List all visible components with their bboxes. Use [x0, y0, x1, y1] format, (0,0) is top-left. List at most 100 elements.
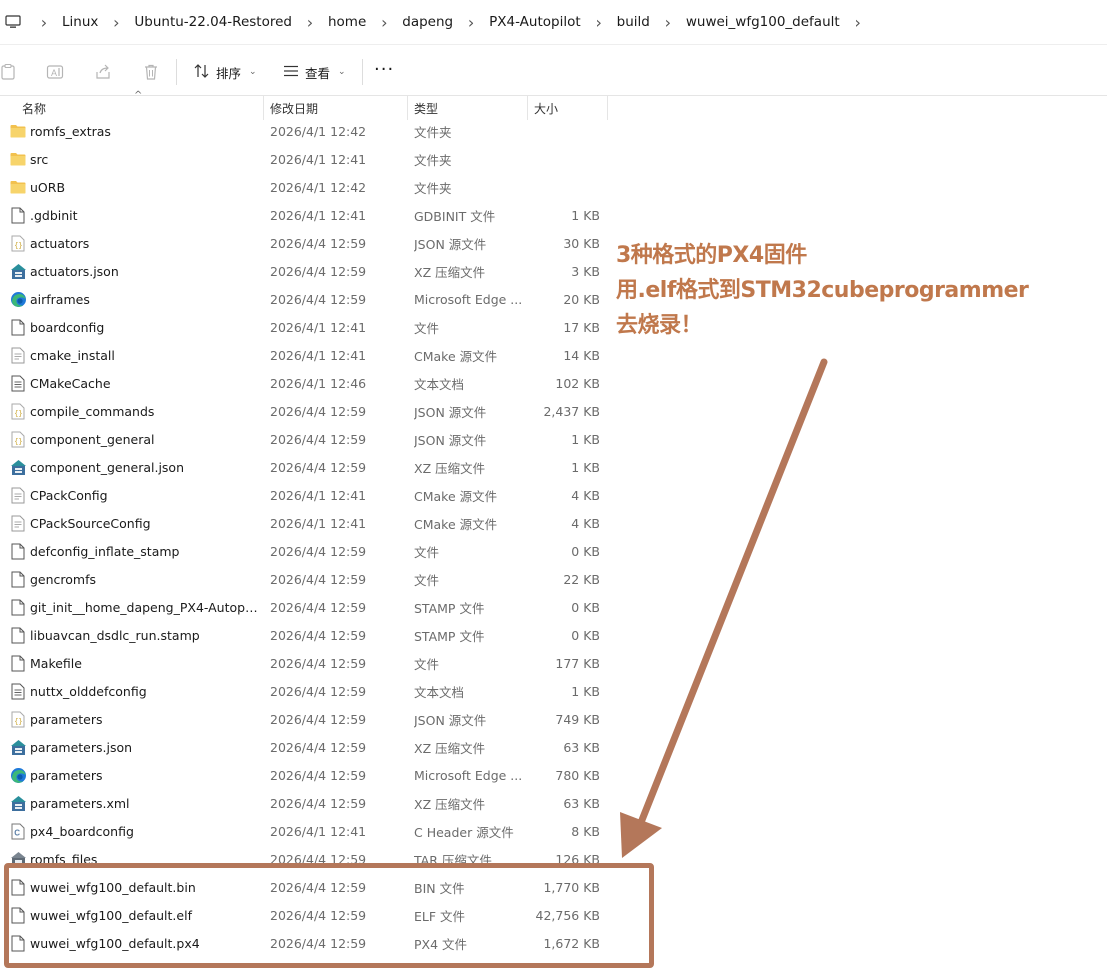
file-row[interactable]: git_init__home_dapeng_PX4-Autopilot... 20…	[0, 593, 610, 621]
more-options-button[interactable]: ···	[374, 61, 394, 79]
file-icon	[9, 542, 27, 560]
file-size: 0 KB	[571, 599, 600, 615]
cmake-icon	[9, 346, 27, 364]
file-modified-date: 2026/4/4 12:59	[270, 263, 367, 279]
chevron-right-icon[interactable]: ›	[656, 13, 680, 32]
folder-icon	[9, 150, 27, 168]
file-type: XZ 压缩文件	[414, 740, 486, 756]
file-name: parameters.xml	[30, 795, 130, 811]
svg-text:A: A	[51, 68, 57, 78]
chevron-right-icon[interactable]: ›	[459, 13, 483, 32]
breadcrumb-item[interactable]: dapeng	[396, 14, 459, 30]
breadcrumb-item[interactable]: build	[611, 14, 656, 30]
file-row[interactable]: CMakeCache 2026/4/1 12:46 文本文档 102 KB	[0, 369, 610, 397]
breadcrumb-item[interactable]: Ubuntu-22.04-Restored	[128, 14, 298, 30]
file-row[interactable]: parameters.xml 2026/4/4 12:59 XZ 压缩文件 63 KB	[0, 789, 610, 817]
file-row[interactable]: airframes 2026/4/4 12:59 Microsoft Edge ..…	[0, 285, 610, 313]
chevron-right-icon[interactable]: ›	[587, 13, 611, 32]
file-row[interactable]: {} compile_commands 2026/4/4 12:59 JSON 源文件…	[0, 397, 610, 425]
file-row[interactable]: parameters 2026/4/4 12:59 Microsoft Edge .…	[0, 761, 610, 789]
sort-icon	[194, 63, 210, 81]
file-row[interactable]: romfs_extras 2026/4/1 12:42 文件夹	[0, 117, 610, 145]
file-row[interactable]: actuators.json 2026/4/4 12:59 XZ 压缩文件 3 KB	[0, 257, 610, 285]
file-row[interactable]: Makefile 2026/4/4 12:59 文件 177 KB	[0, 649, 610, 677]
chevron-right-icon[interactable]: ›	[104, 13, 128, 32]
file-row[interactable]: defconfig_inflate_stamp 2026/4/4 12:59 文件 0…	[0, 537, 610, 565]
file-row[interactable]: CPackConfig 2026/4/1 12:41 CMake 源文件 4 KB	[0, 481, 610, 509]
file-row[interactable]: src 2026/4/1 12:41 文件夹	[0, 145, 610, 173]
column-label: 大小	[534, 101, 559, 116]
file-name: src	[30, 151, 49, 167]
file-row[interactable]: {} component_general 2026/4/4 12:59 JSON 源文…	[0, 425, 610, 453]
file-icon	[9, 598, 27, 616]
file-modified-date: 2026/4/4 12:59	[270, 739, 367, 755]
file-size: 0 KB	[571, 627, 600, 643]
rename-icon[interactable]: A	[45, 62, 65, 82]
file-name: parameters.json	[30, 739, 133, 755]
chevron-down-icon: ⌄	[249, 67, 257, 77]
file-type: 文件	[414, 572, 440, 588]
file-row[interactable]: CPackSourceConfig 2026/4/1 12:41 CMake 源文件…	[0, 509, 610, 537]
file-row[interactable]: .gdbinit 2026/4/1 12:41 GDBINIT 文件 1 KB	[0, 201, 610, 229]
file-row[interactable]: libuavcan_dsdlc_run.stamp 2026/4/4 12:59 S…	[0, 621, 610, 649]
cmake-icon	[9, 514, 27, 532]
file-row[interactable]: Cpx4_boardconfig 2026/4/1 12:41 C Header 源…	[0, 817, 610, 845]
xz-archive-icon	[9, 458, 27, 476]
file-name: gencromfs	[30, 571, 97, 587]
toolbar-divider	[362, 59, 363, 85]
file-type: XZ 压缩文件	[414, 264, 486, 280]
file-row[interactable]: nuttx_olddefconfig 2026/4/4 12:59 文本文档 1 KB	[0, 677, 610, 705]
sort-button[interactable]: 排序 ⌄	[194, 59, 257, 85]
text-file-icon	[9, 374, 27, 392]
view-icon	[283, 65, 299, 80]
file-icon	[9, 626, 27, 644]
file-size: 1 KB	[571, 459, 600, 475]
file-type: 文本文档	[414, 376, 465, 392]
file-type: CMake 源文件	[414, 348, 498, 364]
file-name: component_general	[30, 431, 155, 447]
file-size: 1 KB	[571, 431, 600, 447]
file-name: boardconfig	[30, 319, 105, 335]
toolbar-divider	[176, 59, 177, 85]
breadcrumb-item[interactable]: PX4-Autopilot	[483, 14, 587, 30]
chevron-right-icon[interactable]: ›	[32, 13, 56, 32]
this-pc-icon[interactable]	[4, 13, 22, 31]
file-row[interactable]: boardconfig 2026/4/1 12:41 文件 17 KB	[0, 313, 610, 341]
address-bar[interactable]: › Linux › Ubuntu-22.04-Restored › home ›…	[0, 0, 1107, 44]
file-name: CPackSourceConfig	[30, 515, 151, 531]
file-type: STAMP 文件	[414, 628, 485, 644]
file-row[interactable]: gencromfs 2026/4/4 12:59 文件 22 KB	[0, 565, 610, 593]
view-button[interactable]: 查看 ⌄	[283, 59, 346, 85]
chevron-right-icon[interactable]: ›	[298, 13, 322, 32]
breadcrumb-item[interactable]: Linux	[56, 14, 104, 30]
file-size: 63 KB	[563, 795, 600, 811]
column-label: 类型	[414, 101, 439, 116]
file-row[interactable]: {} parameters 2026/4/4 12:59 JSON 源文件 749 KB	[0, 705, 610, 733]
file-icon	[9, 318, 27, 336]
file-row[interactable]: cmake_install 2026/4/1 12:41 CMake 源文件 14 K…	[0, 341, 610, 369]
file-row[interactable]: {} actuators 2026/4/4 12:59 JSON 源文件 30 KB	[0, 229, 610, 257]
file-modified-date: 2026/4/4 12:59	[270, 655, 367, 671]
paste-icon[interactable]	[0, 62, 18, 82]
breadcrumb-item[interactable]: wuwei_wfg100_default	[680, 14, 846, 30]
file-modified-date: 2026/4/1 12:41	[270, 347, 367, 363]
breadcrumb-item[interactable]: home	[322, 14, 372, 30]
file-row[interactable]: parameters.json 2026/4/4 12:59 XZ 压缩文件 63 K…	[0, 733, 610, 761]
file-name: CPackConfig	[30, 487, 108, 503]
file-modified-date: 2026/4/4 12:59	[270, 795, 367, 811]
share-icon[interactable]	[93, 62, 113, 82]
delete-icon[interactable]	[141, 62, 161, 82]
chevron-right-icon[interactable]: ›	[846, 13, 870, 32]
file-row[interactable]: uORB 2026/4/1 12:42 文件夹	[0, 173, 610, 201]
firmware-highlight-box	[4, 863, 654, 968]
svg-text:C: C	[14, 828, 20, 837]
file-name: parameters	[30, 767, 103, 783]
annotation-text: 3种格式的PX4固件 用.elf格式到STM32cubeprogrammer 去…	[616, 238, 1029, 343]
edge-icon	[9, 290, 27, 308]
file-name: romfs_extras	[30, 123, 111, 139]
chevron-right-icon[interactable]: ›	[372, 13, 396, 32]
file-type: 文件	[414, 320, 440, 336]
file-modified-date: 2026/4/1 12:41	[270, 151, 367, 167]
file-modified-date: 2026/4/1 12:41	[270, 207, 367, 223]
file-row[interactable]: component_general.json 2026/4/4 12:59 XZ 压…	[0, 453, 610, 481]
